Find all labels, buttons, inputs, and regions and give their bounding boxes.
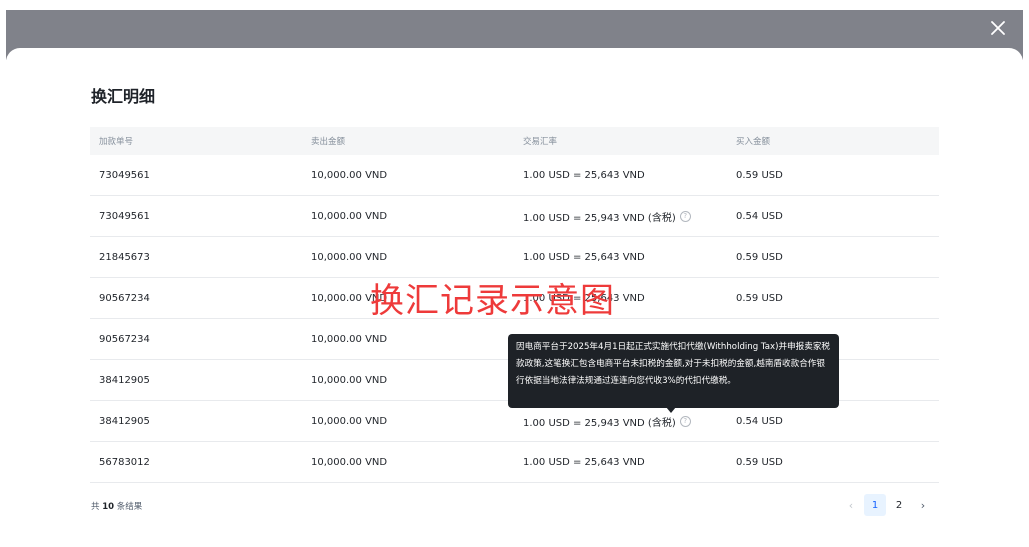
next-page-button[interactable]: › [912,494,934,516]
close-icon [991,21,1005,35]
table-row: 56783012 10,000.00 VND 1.00 USD = 25,643 V… [90,442,939,483]
tax-tooltip: 因电商平台于2025年4月1日起正式实施代扣代缴(Withholding Tax… [508,334,839,408]
cell-sell-amount: 10,000.00 VND [311,251,388,263]
prev-page-button[interactable]: ‹ [840,494,862,516]
cell-order-id: 90567234 [99,292,150,304]
help-icon[interactable]: ? [679,415,691,427]
cell-buy-amount: 0.59 USD [736,169,783,181]
header-buy-amount: 买入金额 [736,137,771,147]
cell-order-id: 38412905 [99,374,150,386]
header-sell-amount: 卖出金额 [311,137,346,147]
cell-buy-amount: 0.59 USD [736,251,783,263]
cell-order-id: 21845673 [99,251,150,263]
help-icon[interactable]: ? [679,210,691,222]
cell-sell-amount: 10,000.00 VND [311,210,388,222]
total-results: 共 10 条结果 [91,502,143,512]
cell-sell-amount: 10,000.00 VND [311,456,388,468]
cell-buy-amount: 0.59 USD [736,292,783,304]
cell-buy-amount: 0.54 USD [736,415,783,427]
cell-buy-amount: 0.54 USD [736,210,783,222]
header-exchange-rate: 交易汇率 [523,137,558,147]
modal-title: 换汇明细 [91,87,156,106]
cell-buy-amount: 0.59 USD [736,456,783,468]
table-row: 73049561 10,000.00 VND 1.00 USD = 25,643 V… [90,155,939,196]
overlay-caption: 换汇记录示意图 [370,281,615,321]
pagination: ‹ 1 2 › [840,494,934,516]
cell-exchange-rate: 1.00 USD = 25,943 VND (含税)? [514,209,727,224]
cell-sell-amount: 10,000.00 VND [311,169,388,181]
cell-order-id: 38412905 [99,415,150,427]
cell-exchange-rate: 1.00 USD = 25,643 VND [523,456,645,468]
table-row: 21845673 10,000.00 VND 1.00 USD = 25,643 V… [90,237,939,278]
cell-exchange-rate: 1.00 USD = 25,643 VND [523,251,645,263]
page-2-button[interactable]: 2 [888,494,910,516]
cell-sell-amount: 10,000.00 VND [311,374,388,386]
cell-order-id: 73049561 [99,169,150,181]
page-1-button[interactable]: 1 [864,494,886,516]
cell-order-id: 90567234 [99,333,150,345]
cell-exchange-rate: 1.00 USD = 25,643 VND [523,169,645,181]
tooltip-arrow [666,407,676,413]
cell-order-id: 73049561 [99,210,150,222]
cell-exchange-rate: 1.00 USD = 25,943 VND (含税)? [514,414,727,429]
cell-sell-amount: 10,000.00 VND [311,415,388,427]
close-button[interactable] [986,16,1010,40]
cell-sell-amount: 10,000.00 VND [311,333,388,345]
cell-order-id: 56783012 [99,456,150,468]
header-order-id: 加款单号 [99,137,134,147]
table-header: 加款单号 卖出金额 交易汇率 买入金额 [90,127,939,155]
table-row: 73049561 10,000.00 VND 1.00 USD = 25,943 V… [90,196,939,237]
